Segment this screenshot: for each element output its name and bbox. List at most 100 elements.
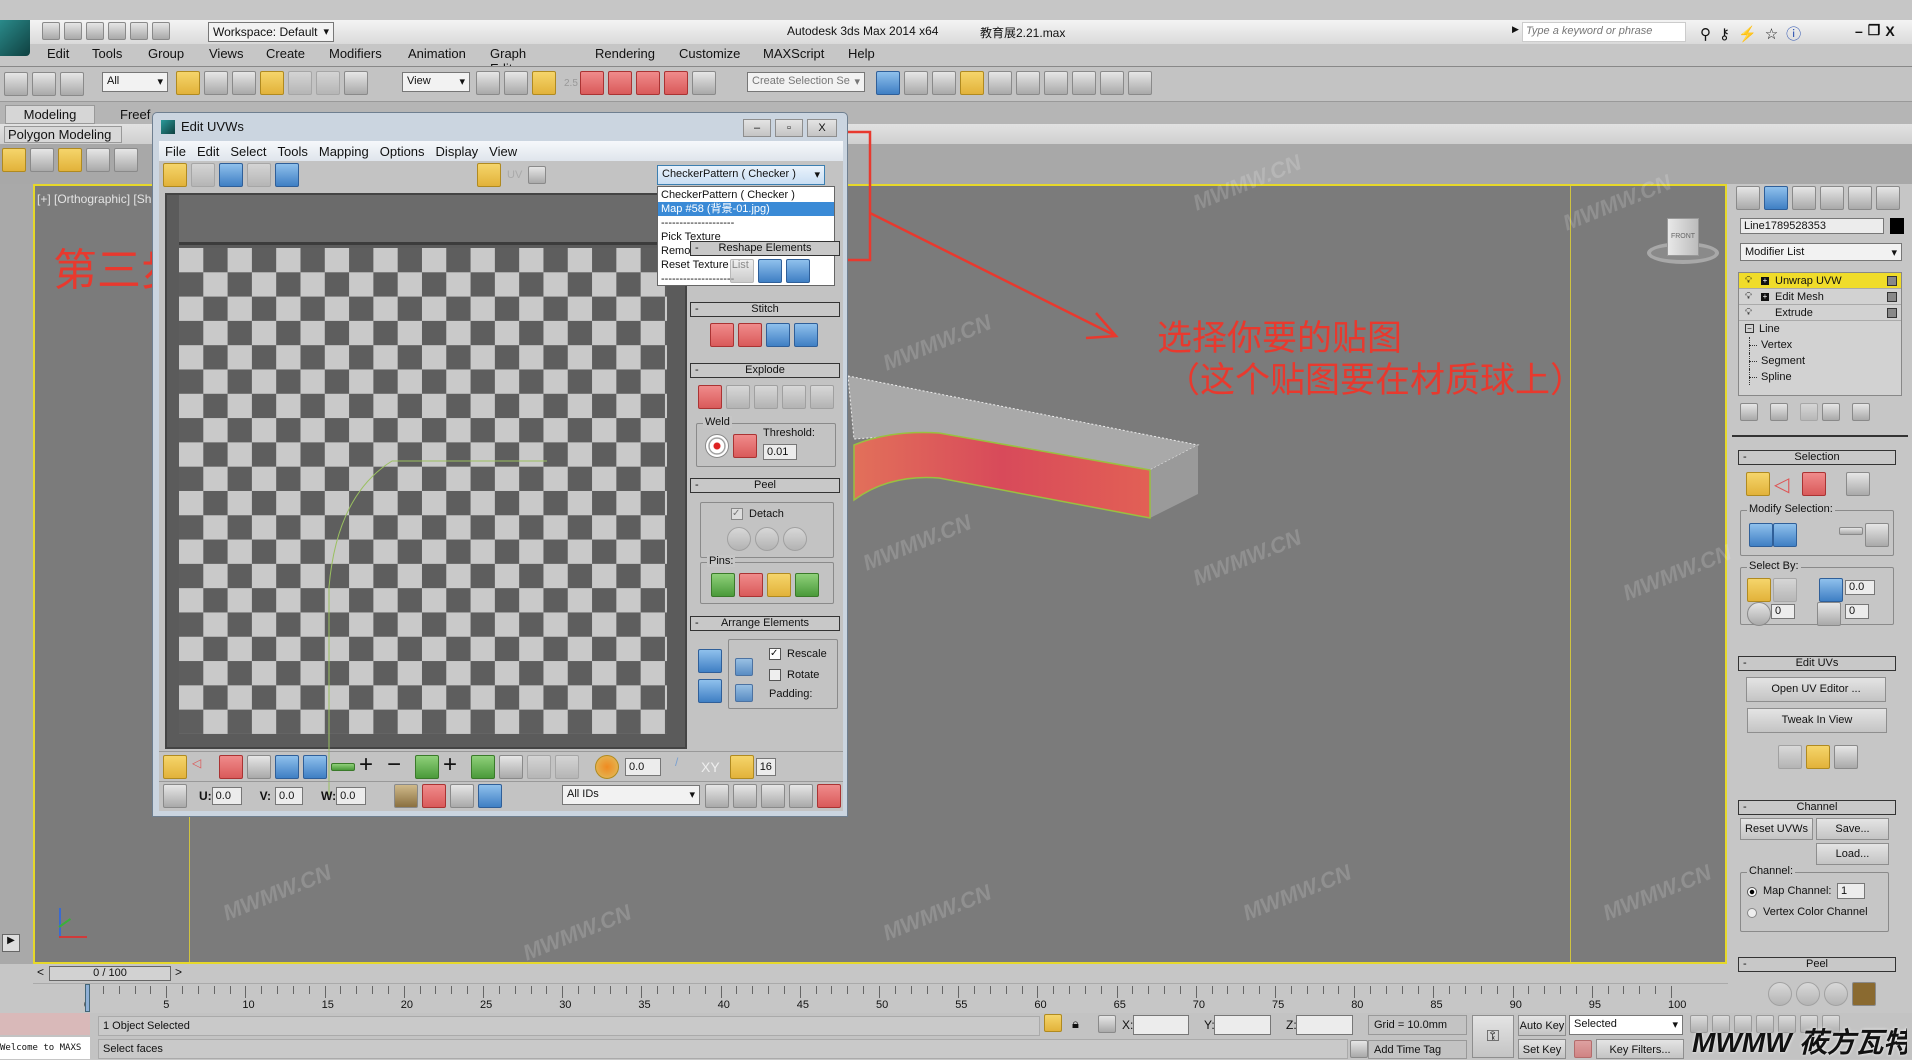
freeze-icon[interactable] [478, 783, 503, 808]
detach-checkbox[interactable]: ✓ [731, 508, 743, 520]
modifier-stack-item[interactable]: 💡︎ + Unwrap UVW [1739, 273, 1901, 289]
stitch-to-target-icon[interactable] [710, 323, 734, 347]
zoom-region-icon[interactable] [761, 784, 785, 808]
break-icon[interactable] [698, 385, 722, 409]
loop-grow-icon[interactable]: + [359, 752, 383, 779]
relax-settings-icon[interactable] [786, 259, 810, 283]
xy-label[interactable]: XY [701, 759, 720, 775]
falloff-icon[interactable]: / [675, 755, 699, 779]
peel-mode-icon[interactable] [755, 527, 779, 551]
object-color-swatch[interactable] [1890, 218, 1904, 234]
texture-option[interactable]: -------------------- [658, 216, 834, 230]
uv-menu-tools[interactable]: Tools [278, 144, 308, 159]
quick-peel-icon[interactable] [1768, 982, 1792, 1006]
uv-menu-view[interactable]: View [489, 144, 517, 159]
dialog-maximize-button[interactable]: ▫ [775, 119, 803, 137]
texture-list-icon[interactable] [528, 166, 547, 184]
ring-grow-icon[interactable]: + [443, 752, 467, 779]
planar-map-icon[interactable] [1834, 745, 1858, 769]
set-keys-button[interactable]: ⚿ [1472, 1015, 1514, 1058]
modifier-stack-item[interactable]: 💡︎ Extrude [1739, 305, 1901, 321]
y-coordinate-input[interactable] [1214, 1015, 1271, 1035]
modifier-stack-item[interactable]: Segment [1739, 353, 1901, 369]
utilities-tab-icon[interactable] [1876, 186, 1900, 210]
uv-menu-select[interactable]: Select [230, 144, 266, 159]
element-mode-icon[interactable] [1846, 472, 1870, 496]
enlarge-brush-icon[interactable] [527, 754, 551, 779]
modifier-toggle-icon[interactable] [1887, 276, 1897, 286]
w-input[interactable]: 0.0 [336, 786, 367, 805]
rollout-stitch[interactable]: - Stitch [690, 302, 840, 317]
show-map-icon[interactable] [477, 163, 501, 187]
peel-mode-icon[interactable] [1796, 982, 1820, 1006]
planar-angle-input[interactable]: 0.0 [1845, 580, 1875, 595]
rollout-selection[interactable]: - Selection [1738, 450, 1896, 465]
maxscript-mini-listener[interactable]: Welcome to MAXS [0, 1037, 90, 1059]
tweak-in-view-button[interactable]: Tweak In View [1747, 708, 1887, 733]
absolute-offset-icon[interactable] [163, 783, 187, 808]
rotate-tool-icon[interactable] [191, 163, 215, 187]
move-tool-icon[interactable] [163, 163, 187, 187]
texture-dropdown[interactable]: CheckerPattern ( Checker ) [657, 165, 825, 185]
modifier-toggle-icon[interactable] [1887, 308, 1897, 318]
pack-custom-icon[interactable] [698, 679, 722, 703]
pack-together-icon[interactable] [735, 658, 753, 676]
texture-option[interactable]: Map #58 (背景-01.jpg) [658, 202, 834, 216]
ring-shrink-icon[interactable] [471, 754, 495, 779]
default-tangent-icon[interactable] [1574, 1040, 1592, 1058]
light-bulb-icon[interactable]: 💡︎ [1745, 289, 1752, 305]
key-filters-button[interactable]: Key Filters... [1596, 1039, 1684, 1059]
shrink-selection-icon[interactable] [303, 754, 327, 779]
reset-uvws-button[interactable]: Reset UVWs [1740, 818, 1813, 840]
material-id-input[interactable]: 0 [1845, 604, 1869, 619]
uv-menu-file[interactable]: File [165, 144, 186, 159]
expand-plus-icon[interactable]: + [1761, 277, 1769, 285]
isolate-selection-icon[interactable] [1044, 1014, 1062, 1032]
rollout-explode[interactable]: - Explode [690, 363, 840, 378]
rollout-reshape-elements[interactable]: - Reshape Elements [690, 241, 840, 256]
display-tab-icon[interactable] [1848, 186, 1872, 210]
open-uv-editor-button[interactable]: Open UV Editor ... [1746, 677, 1886, 702]
pelt-map-icon[interactable] [1852, 982, 1876, 1006]
threshold-input[interactable]: 0.01 [763, 444, 797, 460]
time-tag-icon[interactable] [1350, 1040, 1368, 1058]
time-slider[interactable]: 0 / 100 [49, 966, 171, 981]
pin-icon[interactable] [711, 573, 735, 597]
expand-plus-icon[interactable]: + [1761, 293, 1769, 301]
save-button[interactable]: Save... [1816, 818, 1889, 840]
load-button[interactable]: Load... [1816, 843, 1889, 865]
modify-tab-icon[interactable] [1764, 186, 1788, 210]
zoom-extents-icon[interactable] [789, 784, 813, 808]
v-input[interactable]: 0.0 [275, 786, 304, 805]
soft-selection-input[interactable]: 0.0 [625, 757, 661, 776]
track-bar[interactable]: 0510152025303540455055606570758085909510… [33, 983, 1728, 1013]
grow-icon[interactable] [1749, 523, 1773, 547]
absolute-mode-icon[interactable] [1098, 1015, 1116, 1033]
auto-key-button[interactable]: Auto Key [1518, 1015, 1566, 1036]
hide-icon[interactable] [450, 783, 475, 808]
stitch-custom-icon[interactable] [794, 323, 818, 347]
tweak-uv-icon[interactable] [1806, 745, 1830, 769]
paint-select-icon[interactable] [499, 754, 523, 779]
edge-subobject-icon[interactable]: ◁ [191, 755, 215, 779]
freeform-mode-icon[interactable] [219, 163, 243, 187]
edge-loop-select-icon[interactable] [1773, 578, 1797, 602]
collapse-minus-icon[interactable]: − [1745, 324, 1754, 333]
ring-icon[interactable] [415, 754, 439, 779]
target-weld-icon[interactable] [705, 434, 729, 458]
zoom-icon[interactable] [733, 784, 757, 808]
scale-tool-icon[interactable] [247, 163, 271, 187]
straighten-selection-icon[interactable] [730, 259, 754, 283]
select-pins-icon[interactable] [795, 573, 819, 597]
material-id-dropdown[interactable]: All IDs [562, 785, 700, 805]
rollout-arrange-elements[interactable]: - Arrange Elements [690, 616, 840, 631]
texture-option[interactable]: CheckerPattern ( Checker ) [658, 188, 834, 202]
relax-icon[interactable] [758, 259, 782, 283]
shrink-brush-icon[interactable] [555, 754, 579, 779]
unpin-icon[interactable] [739, 573, 763, 597]
lock-selected-icon[interactable] [394, 783, 419, 808]
remove-modifier-icon[interactable] [1822, 403, 1840, 421]
rollout-channel[interactable]: - Channel [1738, 800, 1896, 815]
filter-selected-faces-icon[interactable] [422, 783, 447, 808]
key-mode-dropdown[interactable]: Selected [1569, 1015, 1683, 1035]
